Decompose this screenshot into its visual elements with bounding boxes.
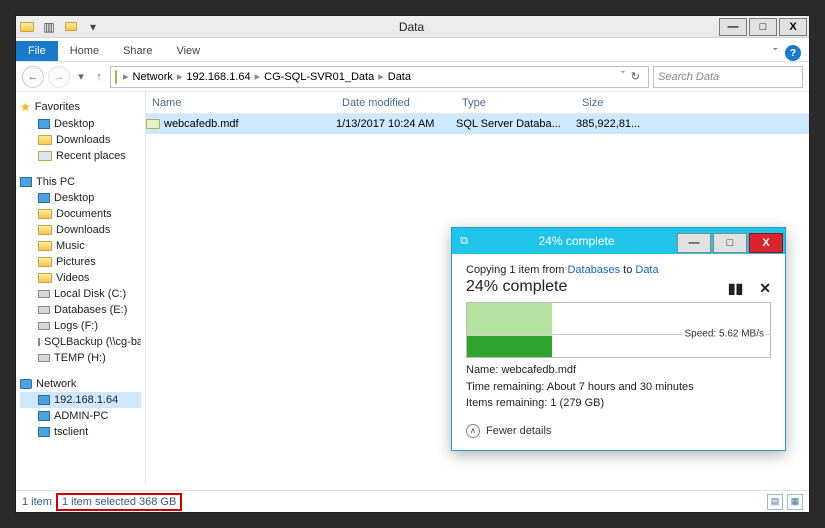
speed-graph: Speed: 5.62 MB/s (466, 302, 771, 358)
speed-label: Speed: 5.62 MB/s (683, 329, 767, 340)
refresh-icon[interactable]: ↻ (631, 70, 640, 83)
content-pane: Name Date modified Type Size webcafedb.m… (146, 92, 809, 484)
dialog-icon: ⧉ (452, 235, 476, 248)
nav-item[interactable]: Desktop (20, 190, 141, 206)
minimize-button[interactable]: — (719, 18, 747, 36)
file-size: 385,922,81... (576, 118, 666, 130)
copy-dialog: ⧉ 24% complete — □ X Copying 1 item from… (451, 227, 786, 451)
nav-item[interactable]: Desktop (20, 116, 141, 132)
qat-newfolder-icon[interactable] (60, 16, 82, 38)
nav-item[interactable]: 192.168.1.64 (20, 392, 141, 408)
nav-pane: ★Favorites Desktop Downloads Recent plac… (16, 92, 146, 484)
nav-item[interactable]: Downloads (20, 222, 141, 238)
nav-item[interactable]: Videos (20, 270, 141, 286)
status-count: 1 item (22, 496, 52, 508)
ribbon-expand-icon[interactable]: ˇ (773, 47, 777, 59)
dialog-close-button[interactable]: X (749, 233, 783, 253)
dialog-title: 24% complete (476, 234, 677, 248)
nav-group-network[interactable]: Network (20, 376, 141, 392)
tab-home[interactable]: Home (58, 41, 111, 61)
tab-share[interactable]: Share (111, 41, 164, 61)
nav-item[interactable]: tsclient (20, 424, 141, 440)
search-input[interactable]: Search Data (653, 66, 803, 88)
address-bar[interactable]: ▸ Network▸ 192.168.1.64▸ CG-SQL-SVR01_Da… (110, 66, 649, 88)
qat-dropdown-icon[interactable]: ▾ (82, 16, 104, 38)
address-row: ← → ▾ ↑ ▸ Network▸ 192.168.1.64▸ CG-SQL-… (16, 62, 809, 92)
dialog-minimize-button[interactable]: — (677, 233, 711, 253)
nav-item[interactable]: Recent places (20, 148, 141, 164)
col-date[interactable]: Date modified (336, 97, 456, 109)
explorer-window: ▥ ▾ Data — □ X File Home Share View ˇ ? … (15, 15, 810, 513)
fewer-details-button[interactable]: ˄ Fewer details (466, 424, 771, 438)
nav-item[interactable]: TEMP (H:) (20, 350, 141, 366)
crumb[interactable]: CG-SQL-SVR01_Data (262, 71, 376, 83)
nav-item[interactable]: Databases (E:) (20, 302, 141, 318)
nav-item[interactable]: SQLBackup (\\cg-ba (20, 334, 141, 350)
nav-item[interactable]: Music (20, 238, 141, 254)
help-icon[interactable]: ? (785, 45, 801, 61)
main: ★Favorites Desktop Downloads Recent plac… (16, 92, 809, 484)
maximize-button[interactable]: □ (749, 18, 777, 36)
tab-view[interactable]: View (164, 41, 212, 61)
window-title: Data (104, 20, 719, 34)
nav-item[interactable]: ADMIN-PC (20, 408, 141, 424)
dialog-maximize-button[interactable]: □ (713, 233, 747, 253)
file-row[interactable]: webcafedb.mdf 1/13/2017 10:24 AM SQL Ser… (146, 114, 809, 134)
tab-file[interactable]: File (16, 41, 58, 61)
forward-button[interactable]: → (48, 66, 70, 88)
ribbon: File Home Share View ˇ ? (16, 38, 809, 62)
file-type: SQL Server Databa... (456, 118, 576, 130)
file-name: webcafedb.mdf (164, 118, 239, 130)
back-button[interactable]: ← (22, 66, 44, 88)
nav-group-thispc[interactable]: This PC (20, 174, 141, 190)
copy-source-link[interactable]: Databases (567, 264, 620, 276)
nav-item[interactable]: Pictures (20, 254, 141, 270)
search-placeholder: Search Data (658, 71, 719, 83)
crumb[interactable]: Data (386, 71, 413, 83)
col-name[interactable]: Name (146, 97, 336, 109)
qat-properties-icon[interactable]: ▥ (38, 16, 60, 38)
column-headers[interactable]: Name Date modified Type Size (146, 92, 809, 114)
dialog-titlebar: ⧉ 24% complete — □ X (452, 228, 785, 254)
nav-item[interactable]: Downloads (20, 132, 141, 148)
file-date: 1/13/2017 10:24 AM (336, 118, 456, 130)
cancel-button[interactable]: ✕ (759, 280, 771, 297)
col-size[interactable]: Size (576, 97, 666, 109)
up-button[interactable]: ↑ (92, 71, 106, 83)
status-bar: 1 item 1 item selected 368 GB ▤ ▦ (16, 490, 809, 512)
titlebar: ▥ ▾ Data — □ X (16, 16, 809, 38)
copy-dest-link[interactable]: Data (635, 264, 658, 276)
nav-group-favorites[interactable]: ★Favorites (20, 98, 141, 116)
crumb[interactable]: Network (131, 71, 175, 83)
address-dropdown-icon[interactable]: ˇ (621, 70, 625, 83)
recent-locations-icon[interactable]: ▾ (74, 70, 88, 83)
nav-item[interactable]: Logs (F:) (20, 318, 141, 334)
chevron-up-icon: ˄ (466, 424, 480, 438)
copy-description: Copying 1 item from Databases to Data (466, 264, 771, 276)
copy-meta: Name: webcafedb.mdf Time remaining: Abou… (466, 362, 771, 412)
nav-item[interactable]: Local Disk (C:) (20, 286, 141, 302)
close-button[interactable]: X (779, 18, 807, 36)
details-view-icon[interactable]: ▤ (767, 494, 783, 510)
folder-icon (16, 16, 38, 38)
status-selection: 1 item selected 368 GB (56, 493, 182, 511)
copy-percent: 24% complete (466, 278, 771, 296)
large-icons-view-icon[interactable]: ▦ (787, 494, 803, 510)
nav-item[interactable]: Documents (20, 206, 141, 222)
col-type[interactable]: Type (456, 97, 576, 109)
crumb[interactable]: 192.168.1.64 (184, 71, 252, 83)
pause-button[interactable]: ▮▮ (728, 280, 743, 297)
